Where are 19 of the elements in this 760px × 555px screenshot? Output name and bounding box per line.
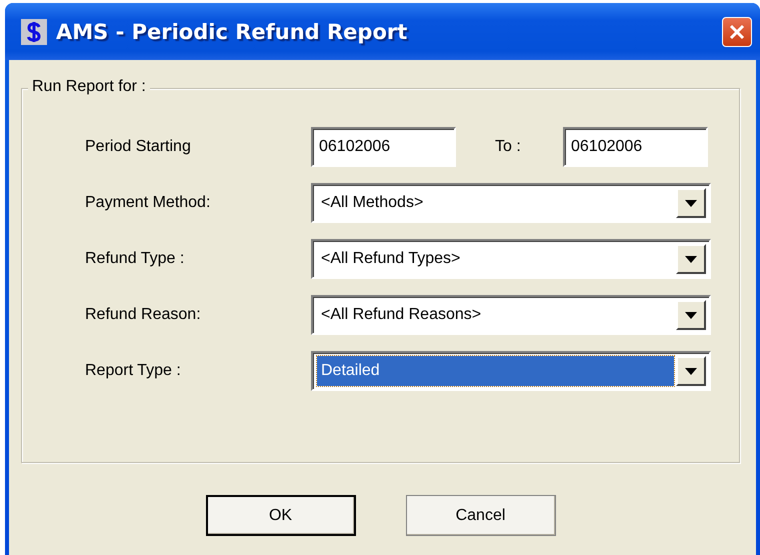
close-button[interactable] [722,16,752,46]
field-label: Refund Type : [85,250,186,268]
date-field[interactable]: 06102006 [311,127,456,167]
field-label: Period Starting [85,138,192,156]
date-field[interactable]: 06102006 [563,127,708,167]
dropdown[interactable]: Detailed [311,351,711,391]
group-label: Run Report for : [28,78,150,96]
close-icon[interactable] [728,22,746,40]
dropdown[interactable]: <All Refund Types> [311,239,711,279]
field-label: Report Type : [85,362,182,380]
dropdown[interactable]: <All Methods> [311,183,711,223]
field-label: Payment Method: [85,194,212,212]
field-label: Refund Reason: [85,306,202,324]
field-label: To : [494,138,522,156]
dialog-button[interactable]: Cancel [406,495,556,536]
dialog-button[interactable]: OK [206,495,356,536]
dropdown[interactable]: <All Refund Reasons> [311,295,711,335]
window-title: AMS - Periodic Refund Report [56,20,408,44]
dollar-icon [21,18,47,44]
